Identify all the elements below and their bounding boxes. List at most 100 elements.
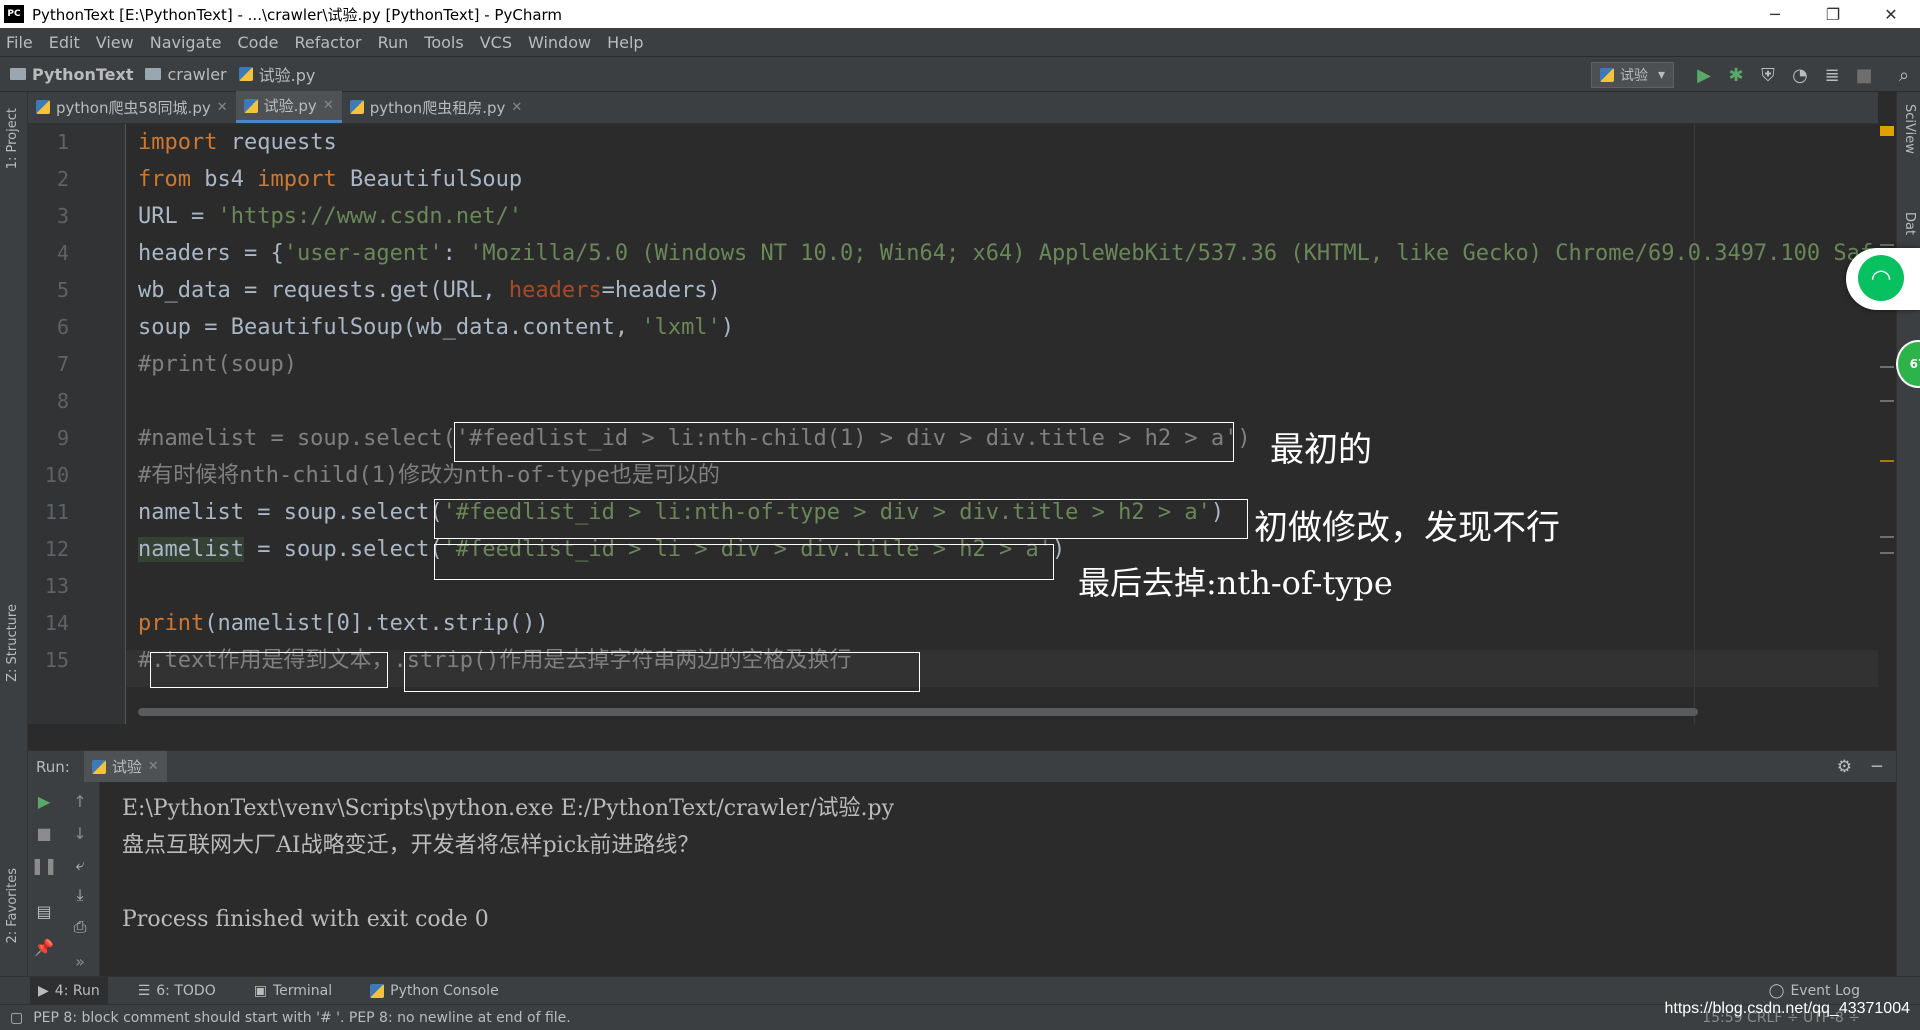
close-icon[interactable]: ✕ <box>323 98 334 113</box>
annotation-first-change: 初做修改，发现不行 <box>1254 508 1560 548</box>
code-line-2: from bs4 import BeautifulSoup <box>138 167 523 192</box>
line-number: 1 <box>56 130 69 154</box>
menu-tools[interactable]: Tools <box>424 33 463 52</box>
breadcrumb-file[interactable]: 试验.py <box>238 62 315 86</box>
annotation-box <box>404 652 920 692</box>
more-icon[interactable]: » <box>66 948 94 974</box>
up-arrow-icon[interactable]: ↑ <box>66 788 94 814</box>
minimize-button[interactable]: ─ <box>1746 0 1804 28</box>
status-message: PEP 8: block comment should start with '… <box>33 1009 571 1026</box>
pause-icon[interactable]: ❚❚ <box>30 852 58 878</box>
coverage-icon[interactable]: ⛨ <box>1752 59 1784 91</box>
scroll-to-end-icon[interactable]: ⤓ <box>66 882 94 908</box>
left-tool-strip: 1: Project Z: Structure 2: Favorites <box>0 92 28 976</box>
run-icon[interactable]: ▶ <box>1688 59 1720 91</box>
stripe-mark <box>1880 400 1894 402</box>
run-panel-header: Run: 试验 ✕ ⚙ ─ <box>28 750 1896 783</box>
line-number: 7 <box>56 352 69 376</box>
run-icon: ▶ <box>38 982 49 999</box>
close-icon[interactable]: ✕ <box>148 759 159 774</box>
menu-refactor[interactable]: Refactor <box>294 33 361 52</box>
stripe-mark <box>1880 536 1894 538</box>
layout-icon[interactable]: ▤ <box>30 898 58 924</box>
tab-zufang[interactable]: python爬虫租房.py ✕ <box>342 91 531 123</box>
close-icon[interactable]: ✕ <box>511 100 522 115</box>
terminal-tool-tab[interactable]: ▣ Terminal <box>246 977 340 1005</box>
line-number: 14 <box>44 611 69 635</box>
python-console-tool-tab[interactable]: Python Console <box>362 977 507 1005</box>
code-line-10: #有时候将nth-child(1)修改为nth-of-type也是可以的 <box>138 463 720 488</box>
python-file-icon <box>1599 68 1614 82</box>
stripe-mark <box>1880 366 1894 368</box>
horizontal-scrollbar[interactable] <box>138 708 1698 716</box>
menu-run[interactable]: Run <box>378 33 409 52</box>
restore-button[interactable]: ❐ <box>1804 0 1862 28</box>
down-arrow-icon[interactable]: ↓ <box>66 820 94 846</box>
menu-vcs[interactable]: VCS <box>480 33 512 52</box>
minimize-panel-icon[interactable]: ─ <box>1872 757 1882 777</box>
tab-58tongcheng[interactable]: python爬虫58同城.py ✕ <box>28 91 236 123</box>
run-toolbar: ▶ ↑ ■ ↓ ❚❚ ⤶ ⤓ ▤ ⎙ 📌 » <box>28 782 100 976</box>
console-line: Process finished with exit code 0 <box>122 907 489 932</box>
stop-icon[interactable]: ■ <box>1848 59 1880 91</box>
menu-file[interactable]: File <box>6 33 33 52</box>
console-line: 盘点互联网大厂AI战略变迁，开发者将怎样pick前进路线？ <box>122 833 700 858</box>
gear-icon[interactable]: ⚙ <box>1837 757 1852 777</box>
menu-window[interactable]: Window <box>528 33 591 52</box>
close-button[interactable]: ✕ <box>1862 0 1920 28</box>
watermark: https://blog.csdn.net/qq_43371004 <box>1664 1000 1910 1017</box>
concurrency-icon[interactable]: ≣ <box>1816 59 1848 91</box>
run-console[interactable]: E:\PythonText\venv\Scripts\python.exe E:… <box>100 782 1896 976</box>
menu-edit[interactable]: Edit <box>49 33 80 52</box>
right-margin-guide <box>1694 124 1695 724</box>
line-number: 9 <box>56 426 69 450</box>
project-tool-tab[interactable]: 1: Project <box>5 108 20 169</box>
line-number: 15 <box>44 648 69 672</box>
error-stripe[interactable] <box>1880 124 1894 724</box>
annotation-final: 最后去掉:nth-of-type <box>1078 564 1393 602</box>
toggle-tool-windows-icon[interactable]: ▢ <box>10 1010 23 1026</box>
menu-bar: File Edit View Navigate Code Refactor Ru… <box>0 28 1920 56</box>
menu-code[interactable]: Code <box>238 33 279 52</box>
line-number: 2 <box>56 167 69 191</box>
close-icon[interactable]: ✕ <box>217 100 228 115</box>
todo-tool-tab[interactable]: ☰ 6: TODO <box>130 977 224 1005</box>
status-bar: ▢ PEP 8: block comment should start with… <box>0 1004 1920 1030</box>
line-number: 13 <box>44 574 69 598</box>
tab-shiyan[interactable]: 试验.py ✕ <box>235 91 342 123</box>
search-icon[interactable]: ⌕ <box>1888 59 1920 91</box>
favorites-tool-tab[interactable]: 2: Favorites <box>5 868 20 944</box>
breadcrumb-project[interactable]: PythonText <box>10 65 133 84</box>
run-tool-tab[interactable]: ▶ 4: Run <box>30 976 108 1005</box>
line-number: 8 <box>56 389 69 413</box>
line-number: 4 <box>56 241 69 265</box>
breadcrumb-folder[interactable]: crawler <box>145 65 227 84</box>
title-bar: PC PythonText [E:\PythonText] - ...\craw… <box>0 0 1920 28</box>
menu-view[interactable]: View <box>96 33 134 52</box>
rerun-icon[interactable]: ▶ <box>30 788 58 814</box>
structure-tool-tab[interactable]: Z: Structure <box>5 604 20 682</box>
folder-icon <box>10 68 26 80</box>
code-line-6: soup = BeautifulSoup(wb_data.content, 'l… <box>138 315 735 340</box>
code-line-4: headers = {'user-agent': 'Mozilla/5.0 (W… <box>138 241 1878 266</box>
run-label: Run: <box>36 757 70 776</box>
line-number: 11 <box>44 500 69 524</box>
database-tool-tab[interactable]: Dat <box>1902 212 1917 235</box>
right-tool-strip: SciView Dat <box>1896 92 1920 976</box>
soft-wrap-icon[interactable]: ⤶ <box>66 852 94 878</box>
run-tab[interactable]: 试验 ✕ <box>83 750 167 783</box>
debug-icon[interactable]: ✱ <box>1720 59 1752 91</box>
menu-navigate[interactable]: Navigate <box>150 33 222 52</box>
pin-icon[interactable]: 📌 <box>30 934 58 960</box>
editor-tabs: python爬虫58同城.py ✕ 试验.py ✕ python爬虫租房.py … <box>28 91 1878 124</box>
sciview-tool-tab[interactable]: SciView <box>1902 104 1917 154</box>
menu-help[interactable]: Help <box>607 33 643 52</box>
run-configuration-select[interactable]: 试验 ▾ <box>1590 62 1674 88</box>
print-icon[interactable]: ⎙ <box>66 914 94 940</box>
code-editor[interactable]: import requests from bs4 import Beautifu… <box>126 124 1878 724</box>
python-file-icon <box>243 98 258 113</box>
stop-icon[interactable]: ■ <box>30 820 58 846</box>
profile-icon[interactable]: ◔ <box>1784 59 1816 91</box>
wifi-icon[interactable]: ◠ <box>1858 255 1904 301</box>
warning-marker[interactable] <box>1880 126 1894 136</box>
